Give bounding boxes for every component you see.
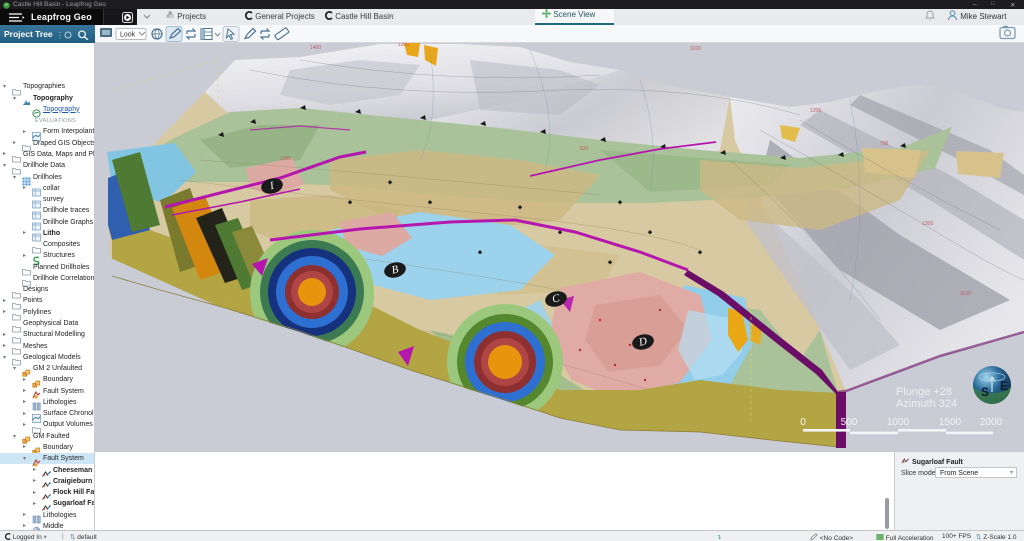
svg-text:1300: 1300 <box>398 43 409 48</box>
svg-text:1000: 1000 <box>887 417 910 428</box>
svg-text:1100: 1100 <box>960 291 971 297</box>
svg-text:S: S <box>981 385 989 399</box>
svg-text:500: 500 <box>841 417 858 428</box>
svg-text:⋮: ⋮ <box>56 31 64 40</box>
svg-text:520: 520 <box>580 146 589 152</box>
svg-text:E: E <box>1000 379 1008 393</box>
svg-text:0: 0 <box>800 417 806 428</box>
svg-text:1500: 1500 <box>939 417 962 428</box>
svg-text:1400: 1400 <box>310 45 321 51</box>
svg-text:2000: 2000 <box>980 417 1003 428</box>
svg-text:1100: 1100 <box>690 46 701 52</box>
svg-text:Plunge +28: Plunge +28 <box>896 386 952 398</box>
svg-text:Look: Look <box>120 32 136 39</box>
svg-text:1200: 1200 <box>810 108 821 114</box>
svg-text:Azimuth 324: Azimuth 324 <box>896 398 957 410</box>
svg-text:1300: 1300 <box>922 221 933 227</box>
svg-text:700: 700 <box>880 141 889 147</box>
svg-text:1300: 1300 <box>280 156 291 162</box>
